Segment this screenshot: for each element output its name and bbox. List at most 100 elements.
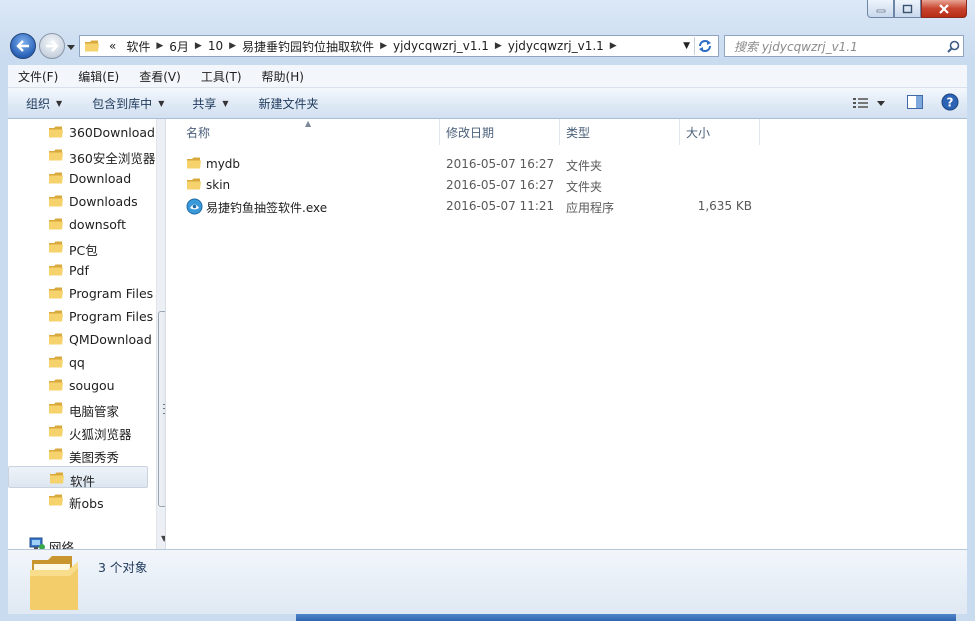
explorer-window: « 软件 ▶ 6月 ▶ 10 ▶ 易捷垂钓园钓位抽取软件 ▶ yjdycqwzr… xyxy=(0,0,975,621)
folder-icon xyxy=(49,218,63,230)
share-button[interactable]: 共享 ▼ xyxy=(183,95,237,112)
forward-button[interactable] xyxy=(39,33,65,59)
nav-item-label: Downloads xyxy=(69,194,138,209)
organize-button[interactable]: 组织 ▼ xyxy=(17,95,71,112)
nav-item-network[interactable]: 网络 xyxy=(8,533,148,549)
nav-item[interactable]: 软件 xyxy=(8,466,148,489)
folder-icon xyxy=(49,172,63,184)
nav-item-label: 新obs xyxy=(69,496,104,511)
column-header-size[interactable]: 大小 xyxy=(680,119,760,145)
nav-item[interactable]: Pdf xyxy=(8,259,148,281)
breadcrumb-separator-icon[interactable]: ▶ xyxy=(228,41,237,51)
folder-icon xyxy=(49,264,63,276)
menu-tools[interactable]: 工具(T) xyxy=(191,68,252,85)
search-box[interactable]: 搜索 yjdycqwzrj_v1.1 xyxy=(724,35,964,57)
navigation-scrollbar[interactable]: ▼ xyxy=(156,119,165,549)
caption-buttons xyxy=(867,0,967,20)
breadcrumb-separator-icon[interactable]: ▶ xyxy=(155,41,164,51)
file-type: 文件夹 xyxy=(566,180,603,194)
nav-item[interactable]: 360Download xyxy=(8,121,155,143)
help-button[interactable]: ? xyxy=(941,93,959,114)
breadcrumb-item[interactable]: yjdycqwzrj_v1.1 xyxy=(388,39,494,53)
minimize-button[interactable] xyxy=(867,0,894,18)
nav-item[interactable]: sougou xyxy=(8,374,148,396)
folder-icon xyxy=(49,126,63,138)
command-bar: 组织 ▼ 包含到库中 ▼ 共享 ▼ 新建文件夹 ? xyxy=(8,88,967,119)
column-header-type[interactable]: 类型 xyxy=(560,119,680,145)
menu-help[interactable]: 帮助(H) xyxy=(252,68,314,85)
back-button[interactable] xyxy=(10,33,36,59)
nav-item-label: Program Files xyxy=(69,309,154,324)
chevron-down-icon: ▼ xyxy=(56,98,63,108)
file-date: 2016-05-07 16:27 xyxy=(446,178,555,192)
nav-item[interactable]: 新obs xyxy=(8,489,148,511)
nav-item[interactable]: Downloads xyxy=(8,190,148,212)
nav-item-label: sougou xyxy=(69,378,115,393)
breadcrumb-item[interactable]: 易捷垂钓园钓位抽取软件 xyxy=(237,38,379,55)
breadcrumb-separator-icon[interactable]: ▶ xyxy=(194,41,203,51)
breadcrumb-separator-icon[interactable]: ▶ xyxy=(609,41,618,51)
address-history-dropdown[interactable]: ▼ xyxy=(683,41,690,51)
breadcrumb-overflow[interactable]: « xyxy=(104,39,121,53)
nav-item[interactable]: 火狐浏览器 xyxy=(8,420,148,442)
nav-item[interactable]: qq xyxy=(8,351,148,373)
close-button[interactable] xyxy=(921,0,967,18)
menu-bar: 文件(F) 编辑(E) 查看(V) 工具(T) 帮助(H) xyxy=(8,65,967,88)
new-folder-button[interactable]: 新建文件夹 xyxy=(250,95,328,112)
nav-item-label: QMDownload xyxy=(69,332,152,347)
include-in-library-label: 包含到库中 xyxy=(92,96,153,111)
recent-pages-dropdown[interactable] xyxy=(66,42,76,52)
search-input[interactable]: 搜索 yjdycqwzrj_v1.1 xyxy=(734,38,943,55)
menu-file[interactable]: 文件(F) xyxy=(8,68,68,85)
breadcrumb-item[interactable]: 软件 xyxy=(121,38,155,55)
refresh-button[interactable] xyxy=(694,37,715,55)
nav-item[interactable]: Program Files xyxy=(8,305,153,327)
nav-item[interactable]: Download xyxy=(8,167,148,189)
help-icon: ? xyxy=(941,93,959,110)
preview-pane-icon xyxy=(907,94,923,109)
folder-icon xyxy=(49,494,63,506)
nav-item[interactable]: PC包 xyxy=(8,236,148,258)
nav-item[interactable]: 360安全浏览器 xyxy=(8,144,155,166)
title-bar xyxy=(0,0,975,30)
column-header-name[interactable]: 名称 xyxy=(180,119,440,145)
change-view-button[interactable] xyxy=(853,97,885,109)
breadcrumb-separator-icon[interactable]: ▶ xyxy=(379,41,388,51)
file-name: 易捷钓鱼抽签软件.exe xyxy=(206,201,328,215)
navigation-pane: ▼ 网络 360Download 360安全浏览器 Download Download… xyxy=(8,119,166,549)
network-icon xyxy=(29,537,45,549)
nav-item[interactable]: downsoft xyxy=(8,213,148,235)
preview-pane-button[interactable] xyxy=(907,94,923,112)
scrollbar-thumb[interactable] xyxy=(158,311,165,507)
folder-icon xyxy=(49,379,63,391)
breadcrumb-separator-icon[interactable]: ▶ xyxy=(494,41,503,51)
file-row[interactable]: mydb 2016-05-07 16:27 文件夹 xyxy=(166,153,967,174)
nav-item[interactable]: QMDownload xyxy=(8,328,152,350)
nav-item[interactable]: Program Files xyxy=(8,282,153,304)
breadcrumb-item-current[interactable]: yjdycqwzrj_v1.1 xyxy=(503,39,609,53)
breadcrumb-item[interactable]: 6月 xyxy=(164,38,194,55)
address-bar[interactable]: « 软件 ▶ 6月 ▶ 10 ▶ 易捷垂钓园钓位抽取软件 ▶ yjdycqwzr… xyxy=(79,35,719,57)
nav-item[interactable]: 电脑管家 xyxy=(8,397,148,419)
nav-item[interactable]: 美图秀秀 xyxy=(8,443,148,465)
folder-icon xyxy=(49,448,63,460)
organize-label: 组织 xyxy=(26,96,51,111)
search-button[interactable] xyxy=(943,40,963,53)
file-row[interactable]: 易捷钓鱼抽签软件.exe 2016-05-07 11:21 应用程序 1,635 KB xyxy=(166,195,967,216)
file-row[interactable]: skin 2016-05-07 16:27 文件夹 xyxy=(166,174,967,195)
include-in-library-button[interactable]: 包含到库中 ▼ xyxy=(83,95,173,112)
menu-view[interactable]: 查看(V) xyxy=(129,68,191,85)
view-list-icon xyxy=(853,98,868,108)
file-date: 2016-05-07 11:21 xyxy=(446,199,555,213)
nav-item-label: Program Files xyxy=(69,286,154,301)
close-icon xyxy=(939,3,949,14)
folder-icon xyxy=(49,333,63,345)
arrow-left-icon xyxy=(16,40,29,52)
chevron-down-icon: ▼ xyxy=(222,98,229,108)
nav-item-label: PC包 xyxy=(69,243,98,258)
breadcrumb-item[interactable]: 10 xyxy=(203,39,228,53)
menu-edit[interactable]: 编辑(E) xyxy=(68,68,129,85)
column-header-date[interactable]: 修改日期 xyxy=(440,119,560,145)
maximize-button[interactable] xyxy=(894,0,921,18)
file-type: 文件夹 xyxy=(566,159,603,173)
